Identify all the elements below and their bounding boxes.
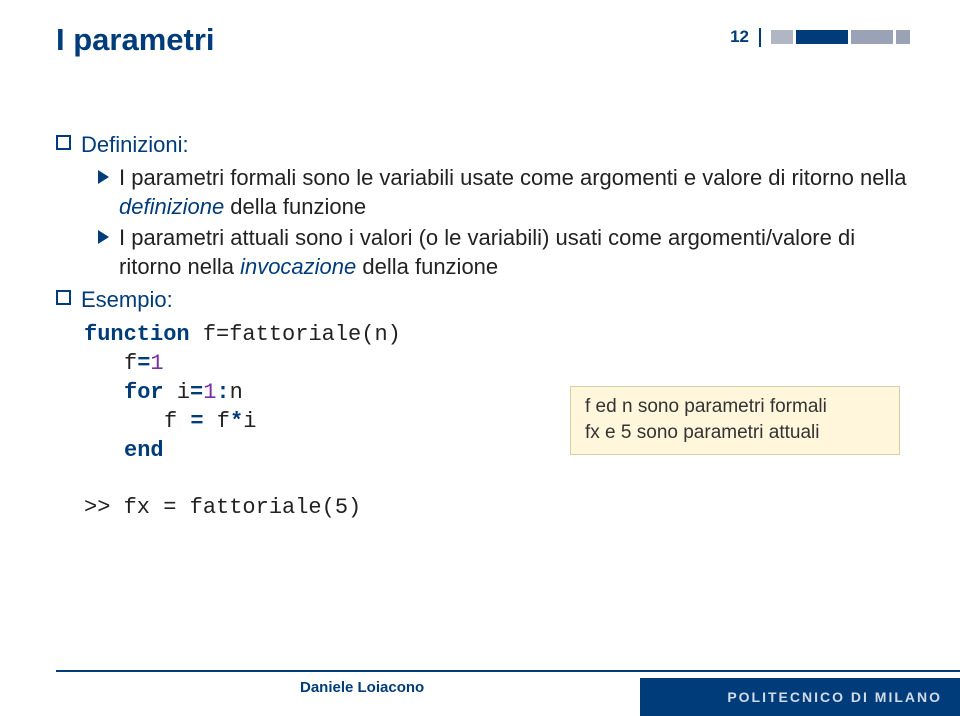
text-span: della funzione [224,194,366,219]
header-decor [771,30,910,44]
page-indicator: 12 [730,28,910,47]
footer-divider [56,670,960,672]
emphasis: definizione [119,194,224,219]
code-text: f=fattoriale(n) [190,322,401,347]
number: 1 [150,351,163,376]
sub-bullet-attuali: I parametri attuali sono i valori (o le … [98,223,910,281]
decor-block [851,30,893,44]
bullet-definizioni: Definizioni: [56,130,910,159]
emphasis: invocazione [240,254,356,279]
page-number: 12 [730,28,761,47]
code-text: i [243,409,256,434]
triangle-icon [98,230,109,244]
code-text: n [230,380,243,405]
operator: = [190,409,203,434]
note-box: f ed n sono parametri formali fx e 5 son… [570,386,900,455]
header: I parametri 12 [56,22,910,58]
code-text: f [164,409,190,434]
bullet-esempio: Esempio: [56,285,910,314]
footer-author: Daniele Loiacono [300,679,424,696]
operator: = [190,380,203,405]
slide: I parametri 12 Definizioni: I parametri … [0,0,960,716]
bullet-square-icon [56,290,71,305]
decor-block [796,30,848,44]
code-block: function f=fattoriale(n) f=1 for i=1:n f… [84,320,910,465]
sub-bullet-formali: I parametri formali sono le variabili us… [98,163,910,221]
footer: Daniele Loiacono POLITECNICO DI MILANO [0,670,960,716]
code-text: i [164,380,190,405]
decor-block [771,30,793,44]
code-line: function f=fattoriale(n) [84,320,910,349]
text-span: I parametri formali sono le variabili us… [119,165,906,190]
footer-brand: POLITECNICO DI MILANO [640,678,960,716]
operator: = [137,351,150,376]
operator: : [216,380,229,405]
note-line: f ed n sono parametri formali [585,394,885,420]
number: 1 [203,380,216,405]
keyword: for [124,380,164,405]
operator: * [230,409,243,434]
content: Definizioni: I parametri formali sono le… [56,130,910,522]
text-span: della funzione [356,254,498,279]
code-line: f=1 [84,349,910,378]
decor-block [896,30,910,44]
keyword: end [124,438,164,463]
bullet-square-icon [56,135,71,150]
sub-bullet-text: I parametri formali sono le variabili us… [119,163,910,221]
command-line: >> fx = fattoriale(5) [84,493,910,522]
code-text: f [204,409,230,434]
slide-title: I parametri [56,22,215,58]
bullet-label: Definizioni: [81,130,189,159]
keyword: function [84,322,190,347]
triangle-icon [98,170,109,184]
bullet-label: Esempio: [81,285,173,314]
sub-bullet-text: I parametri attuali sono i valori (o le … [119,223,910,281]
note-line: fx e 5 sono parametri attuali [585,420,885,446]
code-text: f [124,351,137,376]
